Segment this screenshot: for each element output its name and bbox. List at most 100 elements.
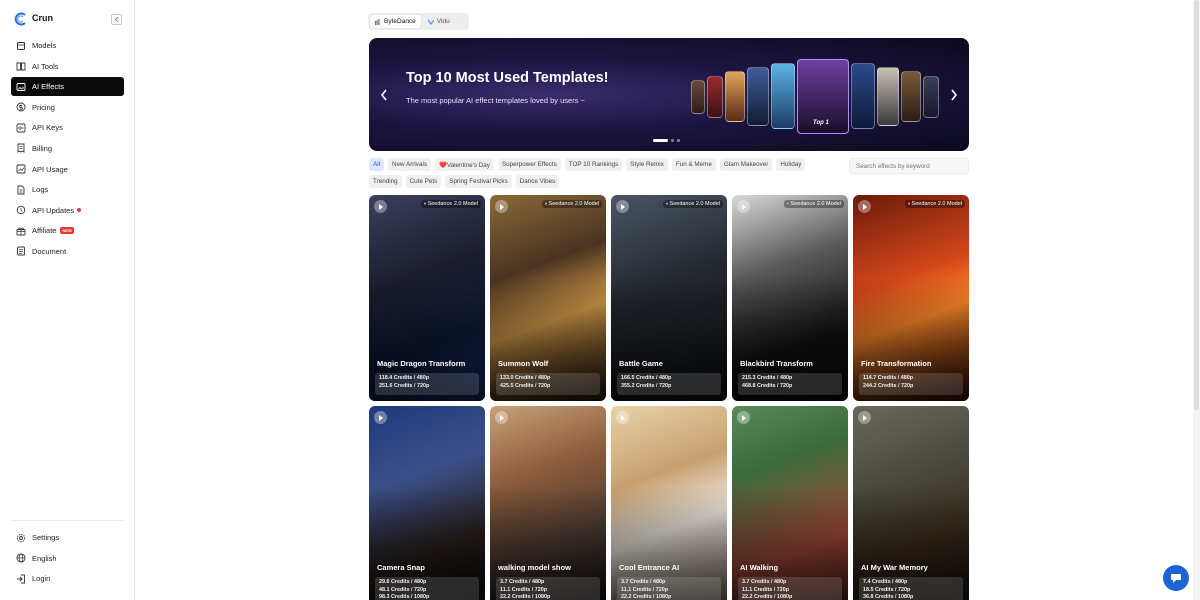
sidebar-item-english[interactable]: English bbox=[11, 549, 124, 568]
chat-support-button[interactable] bbox=[1163, 565, 1189, 591]
filter-chip[interactable]: Glam Makeover bbox=[719, 158, 773, 171]
filter-chip[interactable]: New Arrivals bbox=[388, 158, 431, 171]
play-icon[interactable] bbox=[495, 411, 508, 424]
card-title: Magic Dragon Transform bbox=[377, 359, 466, 368]
sidebar-item-label: Logs bbox=[32, 185, 49, 195]
play-icon[interactable] bbox=[737, 200, 750, 213]
sidebar-item-login[interactable]: Login bbox=[11, 569, 124, 588]
play-icon[interactable] bbox=[737, 411, 750, 424]
filter-chip[interactable]: Trending bbox=[369, 175, 402, 188]
filter-chip[interactable]: Cute Pets bbox=[405, 175, 442, 188]
effect-card[interactable]: Camera Snap 29.6 Credits / 480p 48.1 Credi… bbox=[369, 406, 485, 600]
banner-pagination bbox=[653, 139, 680, 142]
price-line: 468.8 Credits / 720p bbox=[742, 382, 793, 389]
logo[interactable]: Crun bbox=[14, 12, 124, 28]
effect-card[interactable]: Seedance 2.0 Model Fire Transformation 114… bbox=[853, 195, 969, 401]
banner-thumbnail[interactable] bbox=[691, 80, 705, 114]
dollar-icon bbox=[16, 102, 26, 112]
price-line: 244.2 Credits / 720p bbox=[863, 382, 914, 389]
pagination-dot[interactable] bbox=[671, 139, 674, 142]
sidebar-item-label: Settings bbox=[32, 533, 60, 542]
key-icon bbox=[16, 123, 26, 133]
filter-chip[interactable]: Holiday bbox=[776, 158, 806, 171]
effect-card[interactable]: Seedance 2.0 Model Blackbird Transform 215… bbox=[732, 195, 848, 401]
tab-vidu[interactable]: Vidu bbox=[423, 15, 455, 28]
sidebar-item-label: API Usage bbox=[32, 164, 68, 174]
price-line: 11.1 Credits / 720p bbox=[621, 586, 669, 593]
banner-thumbnail[interactable] bbox=[923, 76, 939, 118]
sidebar-item-label: API Updates bbox=[32, 205, 75, 215]
filter-chip[interactable]: TOP 10 Rankings bbox=[564, 158, 623, 171]
model-badge: Seedance 2.0 Model bbox=[541, 200, 602, 208]
effect-card[interactable]: AI My War Memory 7.4 Credits / 480p 18.5 C… bbox=[853, 406, 969, 600]
card-pricing: 133.0 Credits / 480p 425.5 Credits / 720p bbox=[496, 373, 600, 395]
receipt-icon bbox=[17, 144, 25, 154]
filter-chip[interactable]: Fun & Meme bbox=[671, 158, 716, 171]
banner-thumbnail[interactable] bbox=[771, 63, 795, 129]
sidebar-item-pricing[interactable]: Pricing bbox=[11, 98, 124, 117]
sidebar-item-document[interactable]: Document bbox=[11, 242, 124, 261]
search-effects-input[interactable] bbox=[849, 158, 969, 174]
effect-card[interactable]: AI Walking 3.7 Credits / 480p 11.1 Credits… bbox=[732, 406, 848, 600]
filter-chip[interactable]: All bbox=[369, 158, 384, 171]
pagination-dot[interactable] bbox=[677, 139, 680, 142]
sidebar-item-ai-effects[interactable]: AI Effects bbox=[11, 77, 124, 97]
price-line: 166.5 Credits / 480p bbox=[621, 375, 672, 381]
effect-card[interactable]: Cool Entrance AI 3.7 Credits / 480p 11.1 C… bbox=[611, 406, 727, 600]
filter-chip[interactable]: Dance Vibes bbox=[515, 175, 560, 188]
sidebar-item-api-keys[interactable]: API Keys bbox=[11, 118, 124, 137]
vidu-icon bbox=[427, 19, 434, 25]
effect-card[interactable]: Seedance 2.0 Model Battle Game 166.5 Credi… bbox=[611, 195, 727, 401]
scrollbar[interactable] bbox=[1193, 0, 1200, 600]
model-badge: Seedance 2.0 Model bbox=[420, 200, 481, 208]
play-icon[interactable] bbox=[616, 411, 629, 424]
sidebar-item-api-usage[interactable]: API Usage bbox=[11, 160, 124, 179]
banner-thumbnail[interactable] bbox=[901, 71, 921, 122]
pagination-dot-active[interactable] bbox=[653, 139, 668, 142]
collapse-sidebar-button[interactable] bbox=[111, 14, 122, 25]
filter-chip[interactable]: Superpower Effects bbox=[497, 158, 561, 171]
sidebar-item-settings[interactable]: Settings bbox=[11, 528, 124, 547]
sidebar-item-billing[interactable]: Billing bbox=[11, 139, 124, 158]
chevron-left-icon bbox=[114, 16, 119, 23]
play-icon[interactable] bbox=[374, 411, 387, 424]
filter-chip[interactable]: ❤️Valentine's Day bbox=[435, 158, 494, 171]
scrollbar-thumb[interactable] bbox=[1194, 0, 1199, 410]
cube-icon bbox=[17, 41, 25, 50]
sidebar-item-models[interactable]: Models bbox=[11, 36, 124, 55]
filter-chip[interactable]: Spring Festival Picks bbox=[445, 175, 512, 188]
app-root: Crun Models AI Tools AI Effects Pricing API … bbox=[0, 0, 1200, 600]
price-line: 3.7 Credits / 480p bbox=[742, 579, 787, 585]
price-line: 251.6 Credits / 720p bbox=[379, 382, 430, 389]
filter-chip[interactable]: Style Remix bbox=[626, 158, 668, 171]
play-icon[interactable] bbox=[858, 411, 871, 424]
banner-thumbnail[interactable] bbox=[877, 67, 899, 126]
effect-card[interactable]: Seedance 2.0 Model Summon Wolf 133.0 Credi… bbox=[490, 195, 606, 401]
sidebar-item-label: Document bbox=[32, 246, 67, 256]
sidebar-divider bbox=[11, 520, 124, 521]
play-icon[interactable] bbox=[495, 200, 508, 213]
play-icon[interactable] bbox=[616, 200, 629, 213]
effect-card[interactable]: Seedance 2.0 Model Magic Dragon Transform… bbox=[369, 195, 485, 401]
top-templates-banner[interactable]: Top 10 Most Used Templates! The most pop… bbox=[369, 38, 969, 151]
banner-thumbnail[interactable] bbox=[725, 71, 745, 122]
price-line: 114.7 Credits / 480p bbox=[863, 375, 914, 381]
bytedance-icon bbox=[375, 18, 380, 25]
sidebar-item-ai-tools[interactable]: AI Tools bbox=[11, 57, 124, 76]
card-pricing: 3.7 Credits / 480p 11.1 Credits / 720p 22.… bbox=[617, 577, 721, 600]
effect-card[interactable]: walking model show 3.7 Credits / 480p 11.1… bbox=[490, 406, 606, 600]
card-pricing: 215.3 Credits / 480p 468.8 Credits / 720p bbox=[738, 373, 842, 395]
card-pricing: 7.4 Credits / 480p 18.5 Credits / 720p 36.… bbox=[859, 577, 963, 600]
sidebar-item-api-updates[interactable]: API Updates bbox=[11, 201, 124, 220]
chevron-left-icon[interactable] bbox=[379, 88, 389, 102]
play-icon[interactable] bbox=[374, 200, 387, 213]
play-icon[interactable] bbox=[858, 200, 871, 213]
tab-bytedance[interactable]: ByteDance bbox=[370, 15, 421, 28]
banner-thumbnail[interactable] bbox=[747, 67, 769, 126]
banner-thumbnail[interactable] bbox=[851, 63, 875, 129]
card-pricing: 3.7 Credits / 480p 11.1 Credits / 720p 22.… bbox=[738, 577, 842, 600]
sidebar-item-affiliate[interactable]: Affiliate NEW bbox=[11, 221, 124, 240]
price-line: 22.2 Credits / 1080p bbox=[500, 594, 551, 600]
banner-thumbnail[interactable] bbox=[707, 76, 723, 118]
sidebar-item-logs[interactable]: Logs bbox=[11, 180, 124, 199]
